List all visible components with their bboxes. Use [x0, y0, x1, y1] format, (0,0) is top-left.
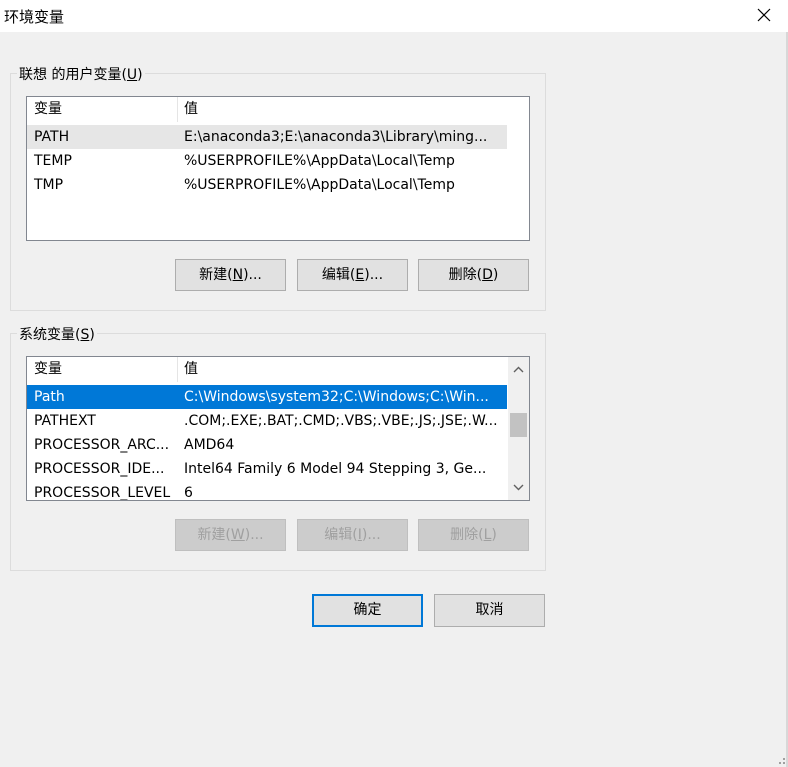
variable-name: PATH: [34, 129, 70, 145]
scroll-down-icon[interactable]: [510, 479, 527, 496]
table-row[interactable]: PROCESSOR_ARC... AMD64: [27, 433, 507, 457]
variable-value: Intel64 Family 6 Model 94 Stepping 3, Ge…: [184, 461, 487, 477]
variable-value: AMD64: [184, 437, 235, 453]
table-row[interactable]: TMP %USERPROFILE%\AppData\Local\Temp: [27, 173, 507, 197]
ok-button[interactable]: 确定: [312, 594, 423, 627]
cancel-button[interactable]: 取消: [434, 594, 545, 627]
variable-name: PATHEXT: [34, 413, 96, 429]
column-header-value[interactable]: 值: [177, 357, 507, 382]
variable-name: PROCESSOR_IDE...: [34, 461, 165, 477]
list-header: 变量 值: [27, 97, 507, 122]
window-title: 环境变量: [4, 8, 65, 26]
list-header: 变量 值: [27, 357, 507, 382]
variable-value: %USERPROFILE%\AppData\Local\Temp: [184, 177, 455, 193]
scroll-up-icon[interactable]: [510, 361, 527, 378]
table-row[interactable]: PATH E:\anaconda3;E:\anaconda3\Library\m…: [27, 125, 507, 149]
variable-value: 6: [184, 485, 193, 501]
table-row[interactable]: PROCESSOR_IDE... Intel64 Family 6 Model …: [27, 457, 507, 481]
table-row[interactable]: TEMP %USERPROFILE%\AppData\Local\Temp: [27, 149, 507, 173]
system-new-button[interactable]: 新建(W)...: [175, 519, 286, 551]
variable-name: PROCESSOR_ARC...: [34, 437, 170, 453]
user-variables-title: 联想 的用户变量(U): [17, 64, 145, 84]
user-delete-button[interactable]: 删除(D): [418, 259, 529, 291]
column-header-name[interactable]: 变量: [27, 357, 177, 382]
system-delete-button[interactable]: 删除(L): [418, 519, 529, 551]
scrollbar-thumb[interactable]: [510, 413, 527, 437]
title-bar: 环境变量: [0, 0, 788, 32]
table-row[interactable]: PROCESSOR_LEVEL 6: [27, 481, 507, 501]
table-row[interactable]: PATHEXT .COM;.EXE;.BAT;.CMD;.VBS;.VBE;.J…: [27, 409, 507, 433]
user-variables-list[interactable]: 变量 值 PATH E:\anaconda3;E:\anaconda3\Libr…: [26, 96, 530, 241]
variable-name: Path: [34, 389, 65, 405]
user-new-button[interactable]: 新建(N)...: [175, 259, 286, 291]
variable-name: PROCESSOR_LEVEL: [34, 485, 171, 501]
variable-name: TMP: [34, 177, 64, 193]
variable-value: %USERPROFILE%\AppData\Local\Temp: [184, 153, 455, 169]
variable-value: .COM;.EXE;.BAT;.CMD;.VBS;.VBE;.JS;.JSE;.…: [184, 413, 498, 429]
variable-value: C:\Windows\system32;C:\Windows;C:\Win...: [184, 389, 489, 405]
close-icon[interactable]: [754, 5, 774, 25]
column-header-value[interactable]: 值: [177, 97, 507, 122]
resize-grip-icon[interactable]: [774, 753, 786, 765]
column-header-name[interactable]: 变量: [27, 97, 177, 122]
system-edit-button[interactable]: 编辑(I)...: [297, 519, 408, 551]
user-edit-button[interactable]: 编辑(E)...: [297, 259, 408, 291]
variable-name: TEMP: [34, 153, 72, 169]
variable-value: E:\anaconda3;E:\anaconda3\Library\ming..…: [184, 129, 488, 145]
system-variables-list[interactable]: 变量 值 Path C:\Windows\system32;C:\Windows…: [26, 356, 530, 501]
system-variables-title: 系统变量(S): [17, 324, 97, 344]
vertical-scrollbar[interactable]: [508, 357, 529, 500]
table-row[interactable]: Path C:\Windows\system32;C:\Windows;C:\W…: [27, 385, 507, 409]
